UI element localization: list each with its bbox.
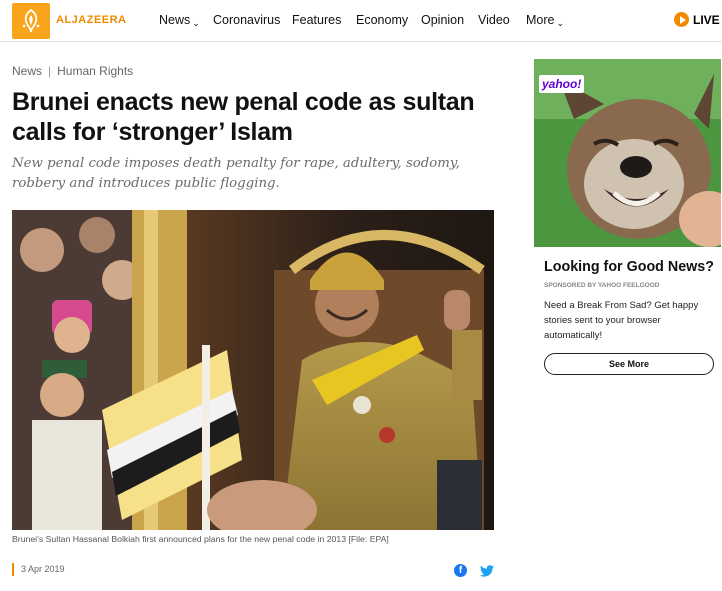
ad-image[interactable]: yahoo! [534, 59, 721, 247]
nav-item-coronavirus[interactable]: Coronavirus [213, 13, 280, 27]
publish-date: 3 Apr 2019 [21, 564, 65, 574]
hero-photo-illustration [12, 210, 494, 530]
nav-item-label: Features [292, 13, 342, 27]
nav-item-label: Economy [356, 13, 409, 27]
article-headline: Brunei enacts new penal code as sultan c… [12, 88, 475, 146]
breadcrumb-news[interactable]: News [12, 64, 42, 78]
twitter-icon[interactable] [480, 564, 494, 577]
nav-item-label: Coronavirus [213, 13, 281, 27]
article-subheadline: New penal code imposes death penalty for… [12, 156, 460, 191]
nav-item-label: More [526, 13, 555, 27]
see-more-button[interactable]: See More [544, 353, 714, 375]
image-caption: Brunei’s Sultan Hassanal Bolkiah first a… [12, 534, 389, 544]
chevron-down-icon: ⌄ [556, 18, 565, 28]
nav-item-opinion[interactable]: Opinion [421, 13, 464, 27]
nav-item-video[interactable]: Video [478, 13, 510, 27]
ad-body-text: Need a Break From Sad? Get happy stories… [544, 300, 699, 341]
logo-wordmark: ALJAZEERA [56, 14, 127, 26]
play-icon [674, 12, 689, 27]
nav-item-label: Opinion [421, 13, 465, 27]
aljazeera-logo[interactable] [12, 3, 50, 39]
top-navigation: ALJAZEERA News ⌄ Coronavirus Features Eco… [0, 0, 722, 42]
aljazeera-logo-icon [22, 8, 40, 33]
article-hero-image [12, 210, 494, 530]
live-button[interactable]: LIVE [674, 12, 720, 27]
yahoo-badge: yahoo! [539, 75, 585, 93]
live-label: LIVE [693, 12, 720, 27]
ad-title[interactable]: Looking for Good News? [544, 259, 714, 275]
nav-item-economy[interactable]: Economy [356, 13, 408, 27]
twitter-bird-icon [480, 565, 494, 577]
date-accent-bar [12, 563, 14, 576]
breadcrumb-human-rights[interactable]: Human Rights [57, 64, 133, 78]
breadcrumb: News | Human Rights [12, 64, 133, 78]
ad-sponsor-label: SPONSORED BY YAHOO FEELGOOD [544, 282, 660, 289]
breadcrumb-separator: | [48, 64, 52, 78]
nav-item-news[interactable]: News ⌄ [159, 13, 200, 28]
nav-item-label: Video [478, 13, 510, 27]
nav-item-label: News [159, 13, 191, 27]
nav-item-more[interactable]: More ⌄ [526, 13, 565, 28]
nav-item-features[interactable]: Features [292, 13, 341, 27]
facebook-icon[interactable]: f [454, 564, 467, 577]
chevron-down-icon: ⌄ [192, 18, 200, 28]
